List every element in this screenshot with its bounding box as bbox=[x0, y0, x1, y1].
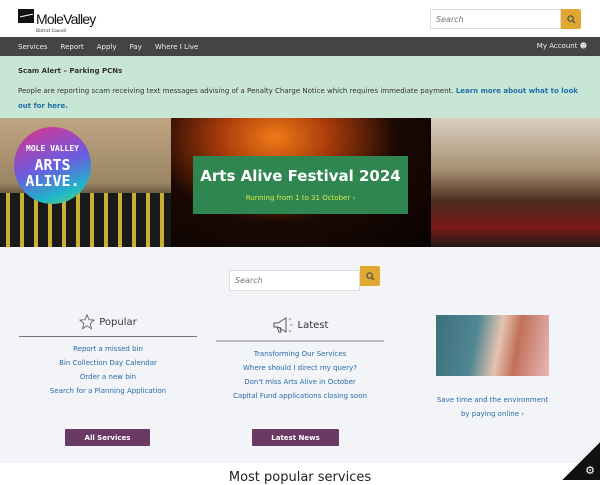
paying-online-photo[interactable] bbox=[436, 315, 549, 376]
badge-line: MOLE VALLEY bbox=[26, 144, 79, 153]
my-account-link[interactable]: My Account ☻ bbox=[537, 42, 587, 50]
nav-where-i-live[interactable]: Where I Live bbox=[155, 43, 199, 51]
badge-line: ALIVE. bbox=[25, 172, 80, 190]
orchestra-image bbox=[431, 118, 600, 247]
popular-link[interactable]: Bin Collection Day Calendar bbox=[19, 356, 197, 370]
promo-section: Save time and the environment by paying … bbox=[410, 388, 575, 421]
popular-link[interactable]: Search for a Planning Application bbox=[19, 384, 197, 398]
latest-news-button[interactable]: Latest News bbox=[252, 429, 339, 446]
megaphone-icon bbox=[273, 317, 293, 333]
latest-link[interactable]: Where should I direct my query? bbox=[216, 361, 384, 375]
popular-link[interactable]: Order a new bin bbox=[19, 370, 197, 384]
popular-link[interactable]: Report a missed bin bbox=[19, 342, 197, 356]
my-account-label: My Account bbox=[536, 42, 578, 50]
accessibility-settings-button[interactable]: ⚙ bbox=[562, 442, 600, 480]
header-search bbox=[430, 9, 581, 29]
gear-icon: ⚙ bbox=[585, 464, 595, 477]
divider bbox=[216, 340, 384, 342]
latest-link[interactable]: Transforming Our Services bbox=[216, 347, 384, 361]
main-search bbox=[229, 266, 380, 291]
badge-line: ARTS bbox=[34, 156, 71, 174]
logo-name: MoleValley bbox=[36, 11, 96, 27]
hero-title: Arts Alive Festival 2024 bbox=[200, 167, 401, 185]
alert-title: Scam Alert – Parking PCNs bbox=[18, 67, 123, 75]
nav-pay[interactable]: Pay bbox=[130, 43, 142, 51]
latest-link[interactable]: Capital Fund applications closing soon bbox=[216, 389, 384, 403]
site-header: MoleValley District Council bbox=[0, 0, 600, 37]
search-icon bbox=[365, 271, 375, 281]
latest-link[interactable]: Don't miss Arts Alive in October bbox=[216, 375, 384, 389]
hero-banner: MOLE VALLEY ARTS ALIVE. Arts Alive Festi… bbox=[0, 118, 600, 247]
latest-section: Latest Transforming Our Services Where s… bbox=[216, 315, 384, 403]
most-popular-heading: Most popular services bbox=[228, 470, 372, 485]
header-search-button[interactable] bbox=[561, 9, 581, 29]
nav-services[interactable]: Services bbox=[18, 43, 48, 51]
hero-link[interactable]: Running from 1 to 31 October › bbox=[193, 194, 408, 202]
logo-subtitle: District Council bbox=[36, 28, 67, 33]
popular-section: Popular Report a missed bin Bin Collecti… bbox=[19, 314, 197, 398]
promo-link[interactable]: by paying online › bbox=[410, 407, 575, 421]
choir-singers bbox=[0, 193, 171, 247]
header-search-input[interactable] bbox=[430, 9, 561, 29]
all-services-button[interactable]: All Services bbox=[65, 429, 150, 446]
main-search-input[interactable] bbox=[229, 270, 360, 291]
nav-apply[interactable]: Apply bbox=[97, 43, 117, 51]
popular-title: Popular bbox=[99, 316, 137, 328]
logo-mark-icon bbox=[18, 9, 34, 23]
nav-report[interactable]: Report bbox=[61, 43, 84, 51]
divider bbox=[19, 336, 197, 337]
alert-body: People are reporting scam receiving text… bbox=[18, 87, 456, 95]
scam-alert-banner: Scam Alert – Parking PCNs People are rep… bbox=[0, 56, 600, 118]
star-icon bbox=[79, 314, 96, 330]
main-nav: Services Report Apply Pay Where I Live M… bbox=[0, 37, 600, 56]
arts-alive-logo: MOLE VALLEY ARTS ALIVE. bbox=[14, 127, 91, 204]
council-logo[interactable]: MoleValley District Council bbox=[18, 9, 96, 33]
user-icon: ☻ bbox=[579, 42, 587, 50]
promo-link[interactable]: Save time and the environment bbox=[410, 393, 575, 407]
main-search-button[interactable] bbox=[360, 266, 380, 286]
latest-title: Latest bbox=[297, 319, 329, 331]
search-icon bbox=[566, 14, 576, 24]
hero-callout[interactable]: Arts Alive Festival 2024 Running from 1 … bbox=[193, 156, 408, 214]
